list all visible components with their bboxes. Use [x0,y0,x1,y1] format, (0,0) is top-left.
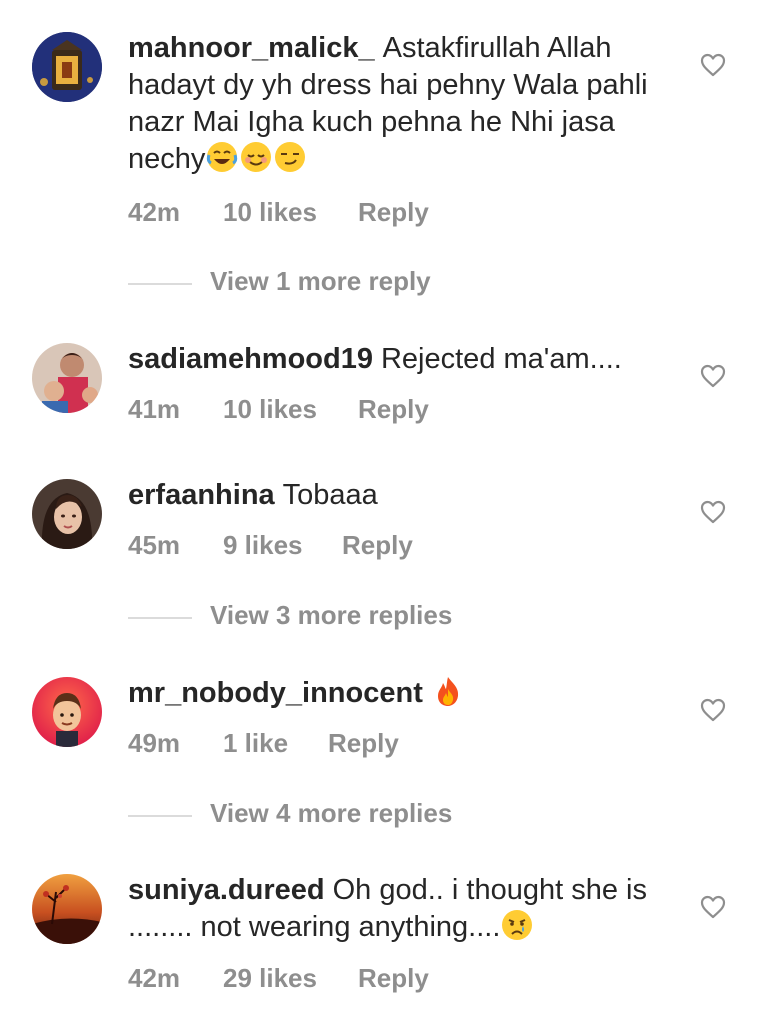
cry-emoji-icon [500,910,534,943]
view-more-replies-label: View 4 more replies [210,798,453,828]
comment-likes[interactable]: 10 likes [223,197,317,228]
comment-time: 49m [128,728,181,758]
comment-text: erfaanhina Tobaaa [128,477,688,514]
comment-text: mr_nobody_innocent [128,675,688,712]
view-more-replies-label: View 3 more replies [210,600,453,630]
heart-outline-icon[interactable] [700,364,726,388]
heart-outline-icon[interactable] [700,53,726,77]
comment-username[interactable]: mahnoor_malick_ [128,32,375,64]
joy-emoji-icon [205,142,239,175]
reply-button[interactable]: Reply [358,197,429,228]
view-more-replies-label: View 1 more reply [210,266,431,296]
avatar[interactable] [32,874,102,944]
comment-text: mahnoor_malick_ Astakfirullah Allah haday… [128,30,688,178]
heart-outline-icon[interactable] [700,500,726,524]
comment-body: Tobaaa [282,479,378,511]
comment-time: 45m [128,530,181,560]
comment-text: sadiamehmood19 Rejected ma'am.... [128,341,688,378]
divider-line [128,815,192,817]
comment-time: 41m [128,394,181,424]
comment-body: Rejected ma'am.... [380,343,622,375]
heart-outline-icon[interactable] [700,895,726,919]
divider-line [128,617,192,619]
comment-username[interactable]: sadiamehmood19 [128,343,373,375]
comment-username[interactable]: suniya.dureed [128,874,325,906]
reply-button[interactable]: Reply [358,963,429,994]
reply-button[interactable]: Reply [358,394,429,425]
avatar[interactable] [32,32,102,102]
comment-likes[interactable]: 29 likes [223,963,317,994]
comment-likes[interactable]: 1 like [223,728,288,759]
smirk-emoji-icon [273,142,307,175]
avatar[interactable] [32,343,102,413]
comment-likes[interactable]: 9 likes [223,530,303,561]
heart-outline-icon[interactable] [700,698,726,722]
comment-time: 42m [128,963,181,993]
avatar[interactable] [32,677,102,747]
view-more-replies-button[interactable]: View 3 more replies [128,600,528,634]
comment-text: suniya.dureed Oh god.. i thought she is .… [128,872,688,946]
view-more-replies-button[interactable]: View 1 more reply [128,266,528,300]
reply-button[interactable]: Reply [342,530,413,561]
comment-username[interactable]: mr_nobody_innocent [128,677,423,709]
comment-time: 42m [128,197,181,227]
reply-button[interactable]: Reply [328,728,399,759]
view-more-replies-button[interactable]: View 4 more replies [128,798,528,832]
comment-username[interactable]: erfaanhina [128,479,275,511]
relaxed-emoji-icon [239,142,273,175]
divider-line [128,283,192,285]
comment-likes[interactable]: 10 likes [223,394,317,425]
fire-emoji-icon [431,677,465,709]
avatar[interactable] [32,479,102,549]
